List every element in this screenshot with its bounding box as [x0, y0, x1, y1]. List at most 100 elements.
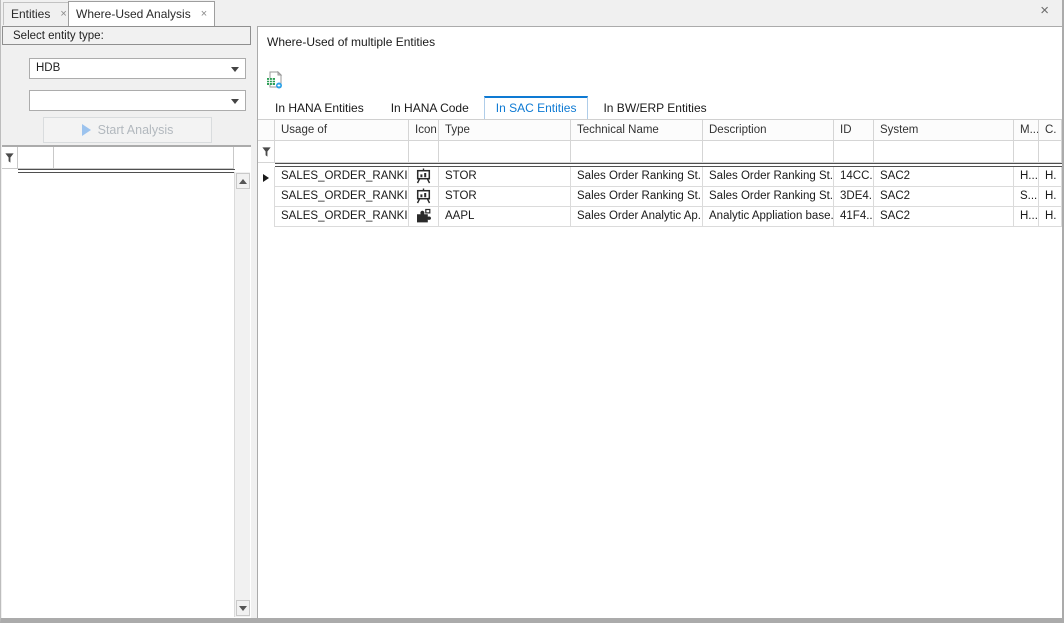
cell-description[interactable]: Analytic Appliation base... — [703, 207, 834, 227]
column-header-system[interactable]: System — [874, 120, 1014, 141]
row-indicator-cell — [258, 207, 275, 227]
cell-description[interactable]: Sales Order Ranking St... — [703, 167, 834, 187]
tab-entities-label: Entities — [11, 7, 50, 21]
filter-funnel-icon — [261, 146, 272, 158]
column-header-description[interactable]: Description — [703, 120, 834, 141]
play-icon — [82, 124, 91, 136]
filter-indicator-cell — [2, 147, 18, 169]
export-to-excel-icon — [266, 71, 283, 89]
cell-m[interactable]: H... — [1014, 207, 1039, 227]
tab-in-sac-entities[interactable]: In SAC Entities — [484, 96, 589, 120]
filter-cell[interactable] — [275, 141, 409, 163]
cell-id[interactable]: 3DE4... — [834, 187, 874, 207]
scroll-down-button[interactable] — [236, 600, 250, 616]
results-grid: Usage of Icon Type Technical Name Descri… — [258, 119, 1062, 227]
cell-icon[interactable] — [409, 207, 439, 227]
scrollbar[interactable] — [234, 172, 250, 617]
cell-c[interactable]: H. — [1039, 187, 1062, 207]
cell-type[interactable]: STOR — [439, 187, 571, 207]
column-header-technical-name[interactable]: Technical Name — [571, 120, 703, 141]
focused-row-arrow-icon — [263, 174, 269, 182]
tab-where-used-analysis[interactable]: Where-Used Analysis × — [68, 1, 215, 26]
close-icon[interactable]: × — [1040, 3, 1049, 18]
row-indicator-cell — [258, 167, 275, 187]
cell-type[interactable]: STOR — [439, 167, 571, 187]
cell-technical-name[interactable]: Sales Order Ranking St... — [571, 167, 703, 187]
filter-cell[interactable] — [874, 141, 1014, 163]
cell-system[interactable]: SAC2 — [874, 207, 1014, 227]
filter-cell[interactable] — [439, 141, 571, 163]
tab-in-bw-erp-entities[interactable]: In BW/ERP Entities — [591, 96, 718, 120]
column-header-icon[interactable]: Icon — [409, 120, 439, 141]
where-used-panel: Where-Used of multiple Entities In HANA … — [257, 26, 1062, 618]
cell-usage-of[interactable]: SALES_ORDER_RANKING — [275, 207, 409, 227]
table-row[interactable]: SALES_ORDER_RANKING AAPL Sales Order Ana… — [258, 207, 1062, 227]
story-icon — [415, 188, 432, 204]
filter-cell[interactable] — [1014, 141, 1039, 163]
column-header-c[interactable]: C. — [1039, 120, 1062, 141]
cell-icon[interactable] — [409, 187, 439, 207]
filter-indicator-cell — [258, 141, 275, 163]
cell-system[interactable]: SAC2 — [874, 167, 1014, 187]
filter-cell[interactable] — [409, 141, 439, 163]
cell-icon[interactable] — [409, 167, 439, 187]
close-icon[interactable]: × — [201, 9, 207, 20]
entity-list-grid — [2, 147, 251, 618]
cell-technical-name[interactable]: Sales Order Ranking St... — [571, 187, 703, 207]
result-tabstrip: In HANA Entities In HANA Code In SAC Ent… — [263, 96, 722, 120]
filter-cell[interactable] — [54, 147, 234, 169]
grid-filter-row — [258, 141, 1062, 163]
scroll-up-button[interactable] — [236, 173, 250, 189]
tab-where-used-analysis-label: Where-Used Analysis — [76, 7, 191, 21]
header-indicator-cell — [258, 120, 275, 141]
table-row[interactable]: SALES_ORDER_RANKING STOR Sales Order Ran… — [258, 167, 1062, 187]
cell-id[interactable]: 14CC... — [834, 167, 874, 187]
filter-cell[interactable] — [703, 141, 834, 163]
entity-type-dropdown[interactable]: HDB — [29, 58, 246, 79]
cell-technical-name[interactable]: Sales Order Analytic Ap... — [571, 207, 703, 227]
entity-type-value: HDB — [36, 62, 60, 74]
start-analysis-button[interactable]: Start Analysis — [43, 117, 212, 143]
row-indicator-cell — [258, 187, 275, 207]
cell-usage-of[interactable]: SALES_ORDER_RANKING — [275, 187, 409, 207]
cell-c[interactable]: H. — [1039, 207, 1062, 227]
entity-dropdown[interactable] — [29, 90, 246, 111]
cell-m[interactable]: S... — [1014, 187, 1039, 207]
filter-cell[interactable] — [1039, 141, 1062, 163]
analytic-application-icon — [415, 208, 432, 224]
tab-in-hana-code[interactable]: In HANA Code — [379, 96, 481, 120]
cell-usage-of[interactable]: SALES_ORDER_RANKING — [275, 167, 409, 187]
table-row[interactable]: SALES_ORDER_RANKING STOR Sales Order Ran… — [258, 187, 1062, 207]
tab-entities[interactable]: Entities × — [3, 2, 75, 25]
cell-id[interactable]: 41F4... — [834, 207, 874, 227]
tab-in-hana-entities[interactable]: In HANA Entities — [263, 96, 376, 120]
column-header-usage-of[interactable]: Usage of — [275, 120, 409, 141]
cell-m[interactable]: H... — [1014, 167, 1039, 187]
page-title: Where-Used of multiple Entities — [267, 35, 435, 49]
entity-selection-panel: Select entity type: HDB Start Analysis — [2, 26, 251, 618]
column-header-m[interactable]: M... — [1014, 120, 1039, 141]
close-icon[interactable]: × — [60, 9, 66, 20]
filter-cell[interactable] — [834, 141, 874, 163]
app-window: Entities × Where-Used Analysis × × Selec… — [0, 0, 1064, 623]
story-icon — [415, 168, 432, 184]
start-analysis-label: Start Analysis — [98, 123, 174, 137]
chevron-down-icon[interactable] — [231, 67, 239, 72]
chevron-down-icon[interactable] — [231, 99, 239, 104]
triangle-down-icon — [239, 606, 247, 611]
export-to-excel-button[interactable] — [263, 69, 285, 91]
grid-separator — [18, 169, 235, 173]
triangle-up-icon — [239, 179, 247, 184]
filter-funnel-icon — [4, 152, 15, 164]
cell-c[interactable]: H. — [1039, 167, 1062, 187]
document-tabstrip: Entities × Where-Used Analysis × × — [1, 0, 1062, 25]
cell-description[interactable]: Sales Order Ranking St... — [703, 187, 834, 207]
column-header-id[interactable]: ID — [834, 120, 874, 141]
column-header-type[interactable]: Type — [439, 120, 571, 141]
cell-type[interactable]: AAPL — [439, 207, 571, 227]
entity-list-filter-row — [2, 147, 235, 169]
cell-system[interactable]: SAC2 — [874, 187, 1014, 207]
filter-cell[interactable] — [18, 147, 54, 169]
filter-cell[interactable] — [571, 141, 703, 163]
panel-caption: Select entity type: — [2, 26, 251, 45]
